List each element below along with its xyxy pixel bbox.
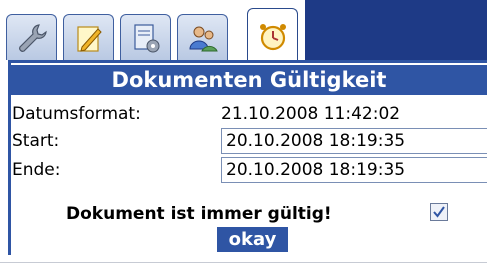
- tab-settings[interactable]: [6, 14, 57, 60]
- start-label: Start:: [12, 131, 60, 151]
- tab-validity[interactable]: [247, 8, 298, 64]
- edit-document-icon: [76, 25, 102, 52]
- tab-edit[interactable]: [63, 14, 114, 60]
- always-valid-checkbox[interactable]: [430, 203, 448, 221]
- wrench-icon: [18, 23, 47, 52]
- tab-users[interactable]: [177, 14, 228, 60]
- date-format-value: 21.10.2008 11:42:02: [221, 104, 401, 124]
- divider: [0, 262, 487, 263]
- okay-button[interactable]: okay: [217, 227, 288, 252]
- panel-title: Dokumenten Gültigkeit: [11, 65, 487, 95]
- alarm-clock-icon: [259, 23, 286, 50]
- always-valid-label: Dokument ist immer gültig!: [66, 204, 332, 224]
- document-settings-icon: [133, 23, 159, 52]
- end-label: Ende:: [12, 160, 61, 180]
- date-format-label: Datumsformat:: [12, 104, 141, 124]
- start-date-field[interactable]: 20.10.2008 18:19:35: [221, 128, 487, 154]
- users-icon: [188, 26, 218, 51]
- checkmark-icon: [433, 206, 445, 218]
- tab-bar: [0, 0, 487, 64]
- tab-document-settings[interactable]: [120, 14, 171, 60]
- end-date-field[interactable]: 20.10.2008 18:19:35: [221, 157, 487, 183]
- tab-bar-background: [305, 0, 487, 60]
